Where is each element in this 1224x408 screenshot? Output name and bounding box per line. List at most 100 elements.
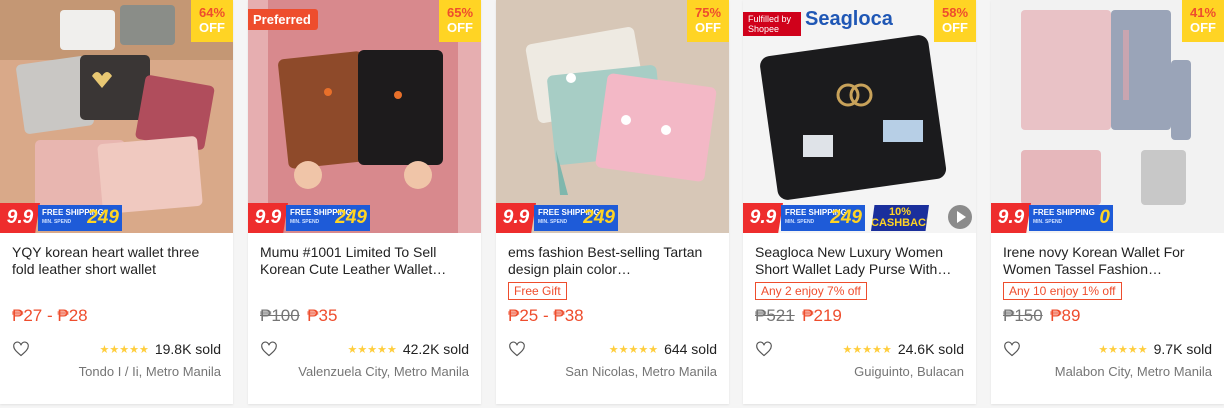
cashback-badge: 10% CASHBACK — [871, 205, 934, 231]
heart-icon[interactable] — [508, 341, 526, 357]
brand-name: Seagloca — [805, 8, 893, 30]
discount-percent: 64% — [198, 5, 226, 20]
rating-stars: ★★★★★ — [347, 343, 397, 356]
discount-badge: 65% OFF — [439, 0, 481, 42]
discount-off-label: OFF — [942, 20, 968, 35]
promo-99-label: 9.9 — [248, 203, 288, 233]
rating-row: ★★★★★ 644 sold — [508, 338, 717, 360]
price-row: ₱150 ₱89 — [1003, 304, 1212, 338]
min-spend-amount: 0 — [1099, 207, 1110, 228]
seller-location: Malabon City, Metro Manila — [1054, 364, 1212, 379]
product-title[interactable]: Seagloca New Luxury Women Short Wallet L… — [755, 244, 964, 278]
free-shipping-text: FREE SHIPPING — [1033, 208, 1095, 217]
free-gift-tag: Free Gift — [508, 282, 567, 300]
price-row: ₱25 - ₱38 — [508, 304, 717, 338]
original-price: ₱521 — [755, 306, 795, 325]
rating-stars: ★★★★★ — [608, 343, 659, 356]
discount-badge: 64% OFF — [191, 0, 233, 42]
discount-percent: 65% — [446, 5, 474, 20]
product-title[interactable]: Mumu #1001 Limited To Sell Korean Cute L… — [260, 244, 469, 278]
tag-row: Free Gift — [508, 278, 717, 304]
heart-icon[interactable] — [1003, 341, 1021, 357]
discount-off-label: OFF — [447, 20, 473, 35]
rating-stars: ★★★★★ — [1098, 343, 1148, 356]
sold-count: 644 sold — [664, 341, 717, 357]
rating-stars: ★★★★★ — [842, 343, 892, 356]
bundle-deal-tag: Any 10 enjoy 1% off — [1003, 282, 1122, 300]
seller-location: Guiguinto, Bulacan — [854, 364, 964, 379]
product-title[interactable]: YQY korean heart wallet three fold leath… — [12, 244, 221, 278]
product-title[interactable]: Irene novy Korean Wallet For Women Tasse… — [1003, 244, 1212, 278]
discount-badge: 41% OFF — [1182, 0, 1224, 42]
sold-count: 24.6K sold — [897, 341, 964, 357]
min-spend-amount: 249 — [830, 207, 862, 228]
discount-off-label: OFF — [695, 20, 721, 35]
product-card[interactable]: Fulfilled by Shopee Seagloca 58% OFF 9.9… — [743, 0, 976, 404]
product-price: ₱25 - ₱38 — [508, 306, 584, 325]
discount-percent: 41% — [1189, 5, 1217, 20]
rating-row: ★★★★★ 42.2K sold — [260, 338, 469, 360]
free-shipping-badge: FREE SHIPPING MIN. SPEND 249 — [781, 205, 865, 231]
product-image[interactable]: 41% OFF 9.9 FREE SHIPPING MIN. SPEND 0 — [991, 0, 1224, 233]
promo-99-label: 9.9 — [496, 203, 536, 233]
product-price: ₱35 — [307, 306, 338, 325]
product-card[interactable]: 41% OFF 9.9 FREE SHIPPING MIN. SPEND 0 I… — [991, 0, 1224, 404]
promo-99-label: 9.9 — [743, 203, 783, 233]
price-row: ₱521 ₱219 — [755, 304, 964, 338]
free-shipping-badge: FREE SHIPPING MIN. SPEND 249 — [286, 205, 370, 231]
original-price: ₱150 — [1003, 306, 1043, 325]
promo-strip: 9.9 FREE SHIPPING MIN. SPEND 249 — [248, 203, 481, 233]
product-price: ₱219 — [802, 306, 842, 325]
min-spend-amount: 249 — [335, 207, 367, 228]
seller-location: San Nicolas, Metro Manila — [565, 364, 717, 379]
rating-row: ★★★★★ 9.7K sold — [1003, 338, 1212, 360]
preferred-badge: Preferred — [248, 9, 318, 30]
discount-percent: 75% — [694, 5, 722, 20]
product-card[interactable]: 75% OFF 9.9 FREE SHIPPING MIN. SPEND 249… — [496, 0, 729, 404]
product-image[interactable]: Fulfilled by Shopee Seagloca 58% OFF 9.9… — [743, 0, 976, 233]
product-title[interactable]: ems fashion Best-selling Tartan design p… — [508, 244, 717, 278]
product-image[interactable]: Preferred 65% OFF 9.9 FREE SHIPPING MIN.… — [248, 0, 481, 233]
rating-row: ★★★★★ 24.6K sold — [755, 338, 964, 360]
original-price: ₱100 — [260, 306, 300, 325]
price-row: ₱27 - ₱28 — [12, 304, 221, 338]
free-shipping-badge: FREE SHIPPING MIN. SPEND 0 — [1029, 205, 1113, 231]
promo-strip: 9.9 FREE SHIPPING MIN. SPEND 249 — [0, 203, 233, 233]
heart-icon[interactable] — [260, 341, 278, 357]
rating-row: ★★★★★ 19.8K sold — [12, 338, 221, 360]
discount-percent: 58% — [941, 5, 969, 20]
tag-row — [260, 278, 469, 304]
bundle-deal-tag: Any 2 enjoy 7% off — [755, 282, 867, 300]
discount-badge: 58% OFF — [934, 0, 976, 42]
promo-99-label: 9.9 — [991, 203, 1031, 233]
fulfilled-by-shopee-badge: Fulfilled by Shopee — [743, 12, 801, 36]
min-spend-amount: 249 — [87, 207, 119, 228]
promo-strip: 9.9 FREE SHIPPING MIN. SPEND 249 10% CAS… — [743, 203, 976, 233]
heart-icon[interactable] — [12, 341, 30, 357]
product-image[interactable]: 64% OFF 9.9 FREE SHIPPING MIN. SPEND 249 — [0, 0, 233, 233]
sold-count: 42.2K sold — [402, 341, 469, 357]
tag-row: Any 10 enjoy 1% off — [1003, 278, 1212, 304]
product-card[interactable]: Preferred 65% OFF 9.9 FREE SHIPPING MIN.… — [248, 0, 481, 404]
product-price: ₱27 - ₱28 — [12, 306, 88, 325]
promo-strip: 9.9 FREE SHIPPING MIN. SPEND 249 — [496, 203, 729, 233]
discount-off-label: OFF — [199, 20, 225, 35]
promo-99-label: 9.9 — [0, 203, 40, 233]
min-spend-amount: 249 — [583, 207, 615, 228]
free-shipping-badge: FREE SHIPPING MIN. SPEND 249 — [534, 205, 618, 231]
product-image[interactable]: 75% OFF 9.9 FREE SHIPPING MIN. SPEND 249 — [496, 0, 729, 233]
sold-count: 9.7K sold — [1153, 341, 1212, 357]
heart-icon[interactable] — [755, 341, 773, 357]
discount-off-label: OFF — [1190, 20, 1216, 35]
seller-location: Tondo I / Ii, Metro Manila — [78, 364, 221, 379]
tag-row: Any 2 enjoy 7% off — [755, 278, 964, 304]
tag-row — [12, 278, 221, 304]
product-grid: 64% OFF 9.9 FREE SHIPPING MIN. SPEND 249… — [0, 0, 1224, 408]
product-card[interactable]: 64% OFF 9.9 FREE SHIPPING MIN. SPEND 249… — [0, 0, 233, 404]
free-shipping-badge: FREE SHIPPING MIN. SPEND 249 — [38, 205, 122, 231]
discount-badge: 75% OFF — [687, 0, 729, 42]
rating-stars: ★★★★★ — [99, 343, 149, 356]
price-row: ₱100 ₱35 — [260, 304, 469, 338]
seller-location: Valenzuela City, Metro Manila — [298, 364, 469, 379]
video-play-icon[interactable] — [948, 205, 972, 229]
